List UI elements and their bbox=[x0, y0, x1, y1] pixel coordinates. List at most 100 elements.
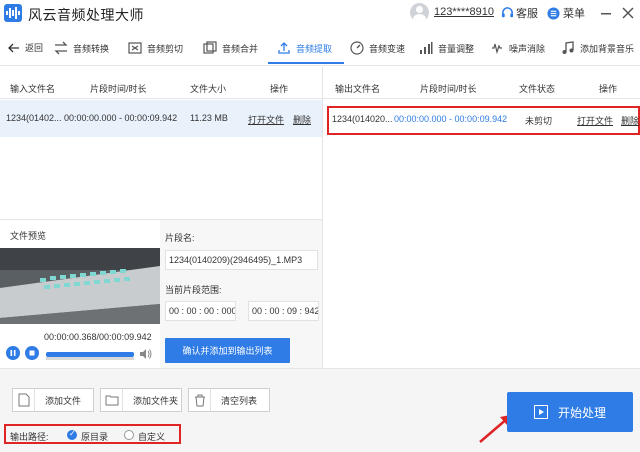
file-icon bbox=[13, 389, 35, 411]
back-button[interactable]: 返回 bbox=[8, 41, 43, 54]
col-segment-time: 片段时间/时长 bbox=[420, 84, 477, 94]
customer-service-button[interactable]: 客服 bbox=[501, 5, 538, 21]
start-processing-button[interactable]: 开始处理 bbox=[507, 392, 633, 432]
video-preview[interactable] bbox=[0, 248, 160, 324]
pause-icon bbox=[10, 350, 16, 356]
start-processing-label: 开始处理 bbox=[557, 405, 606, 420]
tab-audio-merge[interactable]: 音频合并 bbox=[203, 41, 258, 55]
folder-icon bbox=[101, 389, 123, 411]
app-title: 风云音频处理大师 bbox=[28, 7, 144, 23]
input-table-header: 输入文件名 片段时间/时长 文件大小 操作 bbox=[0, 67, 322, 99]
speed-icon bbox=[350, 41, 364, 55]
confirm-add-button[interactable]: 确认并添加到输出列表 bbox=[165, 338, 290, 363]
col-file-size: 文件大小 bbox=[190, 84, 227, 94]
open-file-link[interactable]: 打开文件 bbox=[577, 114, 613, 127]
col-segment-time: 片段时间/时长 bbox=[90, 84, 147, 94]
input-table-row[interactable]: 1234(01402... 00:00:00.000 - 00:00:09.94… bbox=[0, 100, 322, 137]
active-tab-indicator bbox=[268, 62, 344, 64]
minimize-icon bbox=[601, 13, 611, 15]
original-dir-label[interactable]: 原目录 bbox=[81, 430, 108, 443]
playback-time: 00:00:00.368/00:00:09.942 bbox=[44, 332, 152, 342]
user-avatar[interactable] bbox=[410, 3, 429, 22]
noise-icon bbox=[492, 43, 502, 55]
output-table-row[interactable]: 1234(014020... 00:00:00.000 - 00:00:09.9… bbox=[327, 106, 640, 135]
volume-bars-icon bbox=[420, 42, 433, 54]
col-actions: 操作 bbox=[599, 84, 618, 94]
segment-name-field[interactable]: 1234(0140209)(2946495)_1.MP3 bbox=[165, 250, 318, 270]
app-logo-icon bbox=[4, 4, 22, 22]
tab-label: 音频剪切 bbox=[147, 43, 184, 54]
clear-list-button[interactable]: 清空列表 bbox=[188, 388, 270, 412]
keyboard-thumbnail bbox=[0, 248, 160, 324]
tab-audio-extract[interactable]: 音频提取 bbox=[277, 41, 332, 55]
tab-audio-speed[interactable]: 音频变速 bbox=[350, 41, 405, 55]
input-segment-time: 00:00:00.000 - 00:00:09.942 bbox=[64, 113, 178, 123]
col-actions: 操作 bbox=[270, 84, 289, 94]
output-path-label: 输出路径: bbox=[10, 432, 49, 442]
stop-button[interactable] bbox=[25, 346, 39, 360]
trash-icon bbox=[189, 389, 211, 411]
custom-dir-label[interactable]: 自定义 bbox=[138, 430, 165, 443]
tab-audio-convert[interactable]: 音频转换 bbox=[54, 41, 109, 55]
upload-icon bbox=[278, 42, 290, 54]
minimize-button[interactable] bbox=[596, 3, 616, 23]
segment-start-field[interactable]: 00 : 00 : 00 : 000 bbox=[165, 301, 236, 321]
col-output-filename: 输出文件名 bbox=[335, 84, 381, 94]
add-file-button[interactable]: 添加文件 bbox=[12, 388, 94, 412]
original-dir-radio[interactable] bbox=[67, 429, 77, 440]
back-label: 返回 bbox=[25, 43, 44, 53]
playback-progress-bar[interactable] bbox=[46, 352, 134, 357]
tab-audio-cut[interactable]: 音频剪切 bbox=[128, 41, 183, 55]
toolbar: 返回 音频转换 音频剪切 音频合并 音频提取 音频变速 音量调整 噪声消除 添加… bbox=[0, 32, 640, 66]
playback-progress-track[interactable] bbox=[46, 357, 134, 360]
clear-list-label: 清空列表 bbox=[221, 395, 258, 406]
add-folder-button[interactable]: 添加文件夹 bbox=[100, 388, 182, 412]
input-filename: 1234(01402... bbox=[6, 113, 62, 123]
output-table-header: 输出文件名 片段时间/时长 文件状态 操作 bbox=[323, 67, 640, 99]
col-file-status: 文件状态 bbox=[519, 84, 556, 94]
add-file-label: 添加文件 bbox=[45, 395, 82, 406]
delete-link[interactable]: 删除 bbox=[621, 114, 639, 127]
preview-label: 文件预览 bbox=[10, 231, 47, 241]
tab-noise-removal[interactable]: 噪声消除 bbox=[490, 41, 545, 55]
output-file-status: 未剪切 bbox=[525, 116, 553, 126]
segment-end-field[interactable]: 00 : 00 : 09 : 942 bbox=[248, 301, 319, 321]
pause-button[interactable] bbox=[6, 346, 20, 360]
tab-label: 音频合并 bbox=[222, 43, 259, 54]
add-folder-label: 添加文件夹 bbox=[133, 395, 179, 406]
stop-icon bbox=[29, 350, 35, 356]
speaker-icon bbox=[140, 349, 152, 359]
tab-label: 添加背景音乐 bbox=[580, 43, 635, 54]
play-icon bbox=[533, 405, 548, 419]
menu-icon bbox=[547, 6, 560, 20]
close-icon bbox=[622, 7, 634, 19]
back-arrow-icon bbox=[8, 43, 19, 52]
title-bar: 风云音频处理大师 123****8910 客服 菜单 bbox=[0, 0, 640, 26]
panel-divider bbox=[322, 67, 323, 368]
menu-button[interactable]: 菜单 bbox=[547, 5, 585, 21]
delete-link[interactable]: 删除 bbox=[293, 113, 311, 126]
service-label: 客服 bbox=[516, 8, 538, 20]
tab-volume-adjust[interactable]: 音量调整 bbox=[419, 41, 474, 55]
music-note-icon bbox=[562, 41, 574, 54]
tab-label: 音频提取 bbox=[296, 43, 333, 54]
menu-label: 菜单 bbox=[563, 8, 585, 20]
output-filename: 1234(014020... bbox=[332, 114, 393, 124]
user-id-link[interactable]: 123****8910 bbox=[434, 6, 494, 18]
convert-icon bbox=[54, 41, 68, 55]
tab-label: 音频变速 bbox=[369, 43, 406, 54]
custom-dir-radio[interactable] bbox=[124, 430, 134, 440]
open-file-link[interactable]: 打开文件 bbox=[248, 113, 284, 126]
tab-add-background-music[interactable]: 添加背景音乐 bbox=[561, 41, 634, 55]
segment-name-label: 片段名: bbox=[165, 233, 195, 243]
volume-button[interactable] bbox=[139, 348, 152, 362]
merge-icon bbox=[203, 41, 217, 54]
headset-icon bbox=[501, 6, 514, 17]
close-button[interactable] bbox=[618, 3, 638, 23]
output-segment-time: 00:00:00.000 - 00:00:09.942 bbox=[394, 114, 508, 124]
scissors-icon bbox=[128, 42, 142, 54]
tab-label: 音量调整 bbox=[438, 43, 475, 54]
segment-range-label: 当前片段范围: bbox=[165, 285, 222, 295]
col-input-filename: 输入文件名 bbox=[10, 84, 56, 94]
tab-label: 噪声消除 bbox=[509, 43, 546, 54]
